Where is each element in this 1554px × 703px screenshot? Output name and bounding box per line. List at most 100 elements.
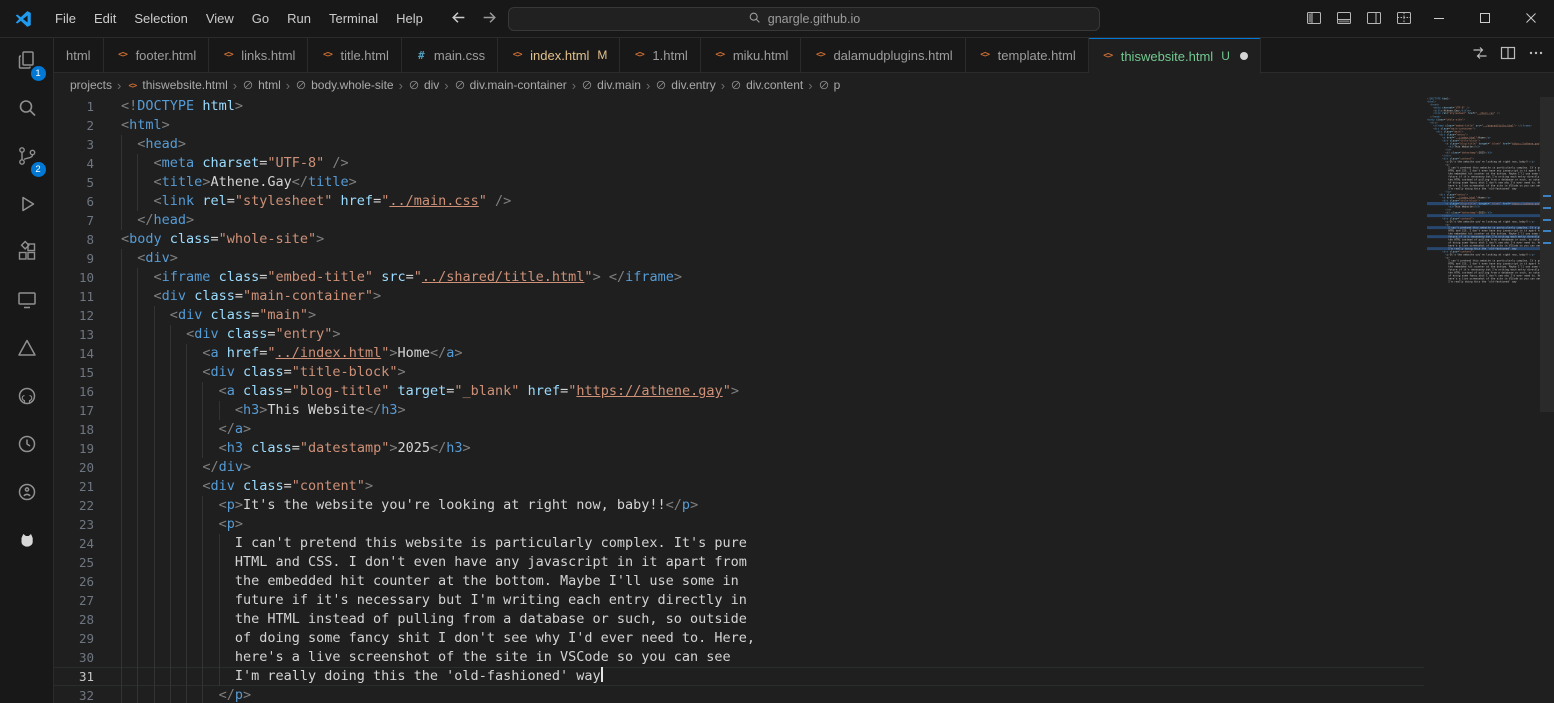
line-number[interactable]: 7 <box>54 211 94 230</box>
toggle-secondary-sidebar-icon[interactable] <box>1366 10 1382 29</box>
menu-selection[interactable]: Selection <box>125 6 196 32</box>
toggle-primary-sidebar-icon[interactable] <box>1306 10 1322 29</box>
back-arrow-icon[interactable] <box>450 9 467 29</box>
code-line[interactable]: 9 <div> <box>54 249 1424 268</box>
activity-timeline[interactable] <box>0 422 54 470</box>
code-line[interactable]: 7 </head> <box>54 211 1424 230</box>
line-number[interactable]: 10 <box>54 268 94 287</box>
code-line[interactable]: 24 I can't pretend this website is parti… <box>54 534 1424 553</box>
minimize-button[interactable] <box>1416 0 1462 38</box>
tab-dalamudplugins.html[interactable]: <>dalamudplugins.html <box>801 38 965 72</box>
line-number[interactable]: 24 <box>54 534 94 553</box>
code-line[interactable]: 17 <h3>This Website</h3> <box>54 401 1424 420</box>
breadcrumb-item[interactable]: body.whole-site <box>294 78 395 92</box>
line-number[interactable]: 4 <box>54 154 94 173</box>
code-line[interactable]: 20 </div> <box>54 458 1424 477</box>
code-area[interactable]: 1<!DOCTYPE html>2<html>3 <head>4 <meta c… <box>54 97 1424 703</box>
breadcrumb-item[interactable]: div.main-container <box>453 78 568 92</box>
code-line[interactable]: 1<!DOCTYPE html> <box>54 97 1424 116</box>
breadcrumb-item[interactable]: div.main <box>580 78 642 92</box>
activity-extension-triangle[interactable] <box>0 326 54 374</box>
customize-layout-icon[interactable] <box>1396 10 1412 29</box>
breadcrumb-item[interactable]: div <box>407 78 440 92</box>
forward-arrow-icon[interactable] <box>481 9 498 29</box>
close-button[interactable] <box>1508 0 1554 38</box>
activity-explorer[interactable]: 1 <box>0 38 54 86</box>
line-number[interactable]: 29 <box>54 629 94 648</box>
activity-source-control[interactable]: 2 <box>0 134 54 182</box>
code-line[interactable]: 25 HTML and CSS. I don't even have any j… <box>54 553 1424 572</box>
maximize-button[interactable] <box>1462 0 1508 38</box>
tab-main.css[interactable]: #main.css <box>402 38 498 72</box>
tab-template.html[interactable]: <>template.html <box>966 38 1089 72</box>
line-number[interactable]: 8 <box>54 230 94 249</box>
line-number[interactable]: 26 <box>54 572 94 591</box>
line-number[interactable]: 19 <box>54 439 94 458</box>
more-actions-icon[interactable] <box>1528 45 1544 66</box>
tab-miku.html[interactable]: <>miku.html <box>701 38 802 72</box>
activity-extensions[interactable] <box>0 230 54 278</box>
line-number[interactable]: 23 <box>54 515 94 534</box>
activity-github[interactable] <box>0 374 54 422</box>
menu-go[interactable]: Go <box>243 6 278 32</box>
code-line[interactable]: 31 I'm really doing this the 'old-fashio… <box>54 667 1424 686</box>
code-line[interactable]: 27 future if it's necessary but I'm writ… <box>54 591 1424 610</box>
code-line[interactable]: 23 <p> <box>54 515 1424 534</box>
line-number[interactable]: 11 <box>54 287 94 306</box>
tab-links.html[interactable]: <>links.html <box>209 38 308 72</box>
breadcrumb-item[interactable]: p <box>817 78 842 92</box>
line-number[interactable]: 20 <box>54 458 94 477</box>
activity-run-and-debug[interactable] <box>0 182 54 230</box>
code-line[interactable]: 8<body class="whole-site"> <box>54 230 1424 249</box>
line-number[interactable]: 6 <box>54 192 94 211</box>
split-editor-icon[interactable] <box>1500 45 1516 66</box>
breadcrumb-item[interactable]: div.content <box>729 78 804 92</box>
code-line[interactable]: 29 of doing some fancy shit I don't see … <box>54 629 1424 648</box>
line-number[interactable]: 14 <box>54 344 94 363</box>
line-number[interactable]: 1 <box>54 97 94 116</box>
breadcrumb-item[interactable]: projects <box>69 78 113 92</box>
code-line[interactable]: 11 <div class="main-container"> <box>54 287 1424 306</box>
line-number[interactable]: 32 <box>54 686 94 703</box>
line-number[interactable]: 16 <box>54 382 94 401</box>
menu-terminal[interactable]: Terminal <box>320 6 387 32</box>
line-number[interactable]: 25 <box>54 553 94 572</box>
line-number[interactable]: 5 <box>54 173 94 192</box>
line-number[interactable]: 21 <box>54 477 94 496</box>
tab-html[interactable]: html <box>54 38 104 72</box>
code-line[interactable]: 6 <link rel="stylesheet" href="../main.c… <box>54 192 1424 211</box>
code-line[interactable]: 18 </a> <box>54 420 1424 439</box>
code-line[interactable]: 2<html> <box>54 116 1424 135</box>
code-line[interactable]: 10 <iframe class="embed-title" src="../s… <box>54 268 1424 287</box>
code-line[interactable]: 16 <a class="blog-title" target="_blank"… <box>54 382 1424 401</box>
code-line[interactable]: 32 </p> <box>54 686 1424 703</box>
code-line[interactable]: 22 <p>It's the website you're looking at… <box>54 496 1424 515</box>
activity-copilot[interactable] <box>0 518 54 566</box>
code-line[interactable]: 19 <h3 class="datestamp">2025</h3> <box>54 439 1424 458</box>
breadcrumb-item[interactable]: div.entry <box>654 78 716 92</box>
tab-footer.html[interactable]: <>footer.html <box>104 38 210 72</box>
code-line[interactable]: 5 <title>Athene.Gay</title> <box>54 173 1424 192</box>
scrollbar-thumb[interactable] <box>1540 97 1554 412</box>
line-number[interactable]: 9 <box>54 249 94 268</box>
command-center[interactable]: gnargle.github.io <box>508 7 1100 31</box>
line-number[interactable]: 18 <box>54 420 94 439</box>
activity-extension-circle[interactable] <box>0 470 54 518</box>
code-line[interactable]: 12 <div class="main"> <box>54 306 1424 325</box>
code-line[interactable]: 30 here's a live screenshot of the site … <box>54 648 1424 667</box>
line-number[interactable]: 27 <box>54 591 94 610</box>
line-number[interactable]: 17 <box>54 401 94 420</box>
code-line[interactable]: 14 <a href="../index.html">Home</a> <box>54 344 1424 363</box>
line-number[interactable]: 3 <box>54 135 94 154</box>
code-line[interactable]: 28 the HTML instead of pulling from a da… <box>54 610 1424 629</box>
tab-index.html[interactable]: <>index.htmlM <box>498 38 620 72</box>
line-number[interactable]: 30 <box>54 648 94 667</box>
code-line[interactable]: 3 <head> <box>54 135 1424 154</box>
tab-1.html[interactable]: <>1.html <box>620 38 700 72</box>
open-changes-icon[interactable] <box>1472 45 1488 66</box>
menu-file[interactable]: File <box>46 6 85 32</box>
code-line[interactable]: 26 the embedded hit counter at the botto… <box>54 572 1424 591</box>
code-line[interactable]: 13 <div class="entry"> <box>54 325 1424 344</box>
menu-edit[interactable]: Edit <box>85 6 125 32</box>
line-number[interactable]: 12 <box>54 306 94 325</box>
